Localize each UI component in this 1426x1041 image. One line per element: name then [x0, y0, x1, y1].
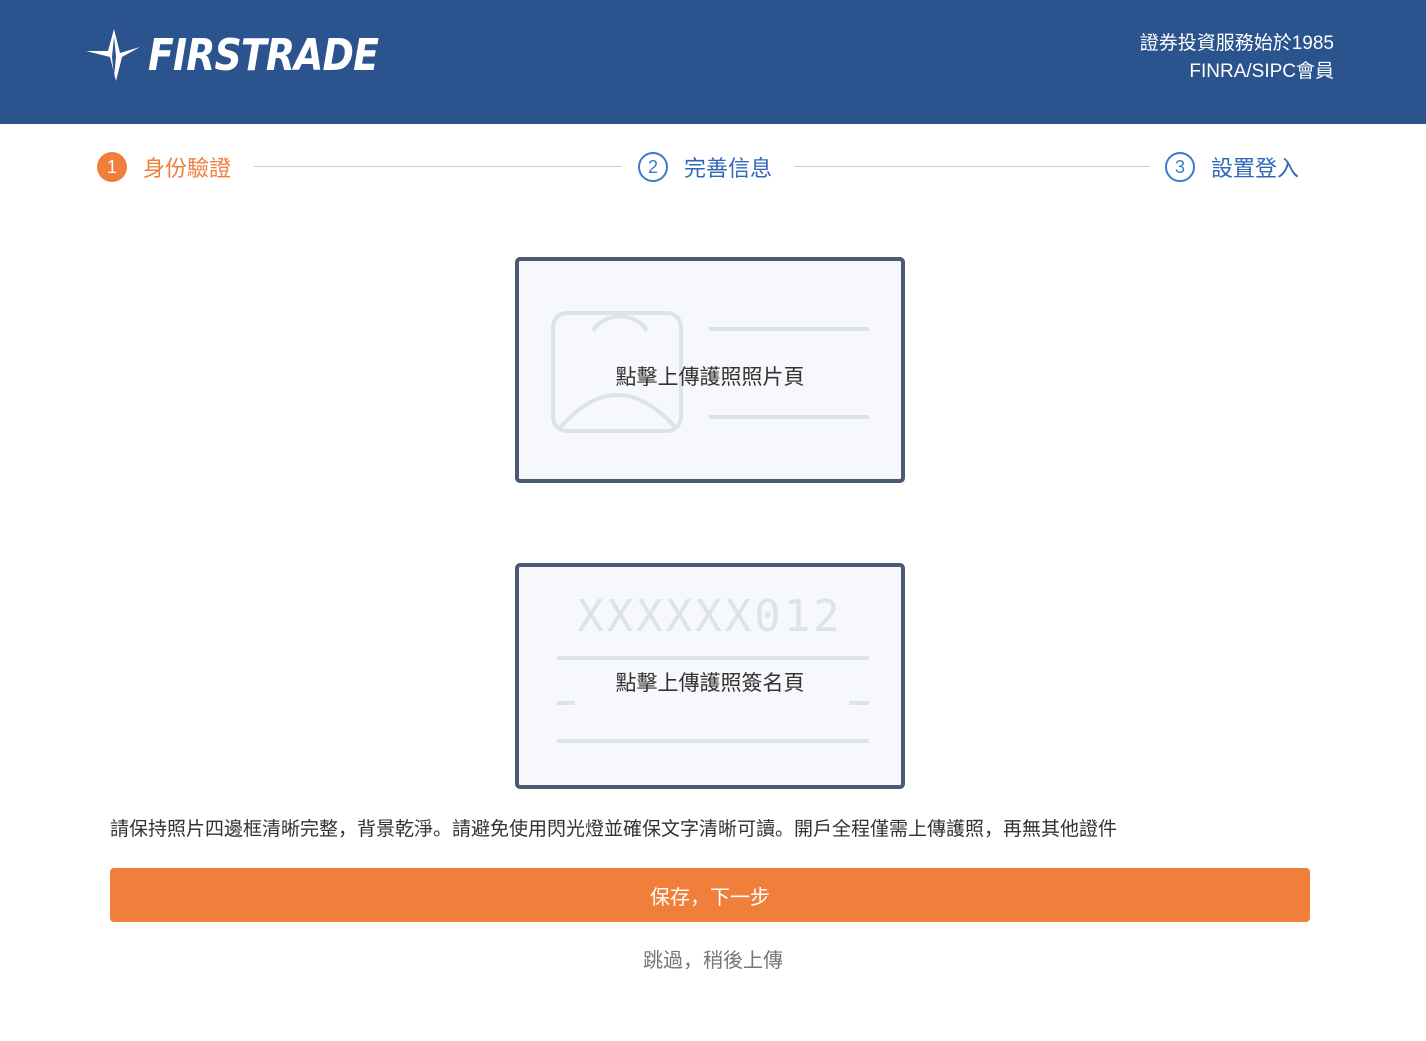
step-label: 完善信息: [684, 157, 773, 182]
save-next-button[interactable]: 保存，下一步: [110, 868, 1310, 922]
progress-steps: 1 身份驗證 2 完善信息 3 設置登入: [0, 146, 1426, 188]
firstrade-arrow-logo-icon: [86, 29, 140, 81]
upload-photo-page-label: 點擊上傳護照照片頁: [615, 365, 805, 389]
step-connector: [254, 166, 622, 167]
step-label: 設置登入: [1211, 157, 1300, 182]
step-number: 3: [1165, 152, 1195, 182]
firstrade-logo[interactable]: FIRSTRADE: [84, 26, 416, 84]
upload-passport-signature-page[interactable]: XXXXXX012 點擊上傳護照簽名頁: [515, 563, 905, 789]
tagline-since: 證券投資服務始於1985: [1139, 33, 1334, 54]
header: FIRSTRADE 證券投資服務始於1985 FINRA/SIPC會員: [0, 0, 1426, 124]
step-identity-verification: 1 身份驗證: [97, 146, 231, 188]
tagline: 證券投資服務始於1985 FINRA/SIPC會員: [1140, 30, 1334, 86]
tagline-membership: FINRA/SIPC會員: [1189, 61, 1334, 82]
upload-instructions: 請保持照片四邊框清晰完整，背景乾淨。請避免使用閃光燈並確保文字清晰可讀。開戶全程…: [110, 818, 1118, 840]
step-label: 身份驗證: [143, 157, 232, 182]
upload-signature-page-label: 點擊上傳護照簽名頁: [615, 671, 805, 695]
step-number: 2: [638, 152, 668, 182]
step-number: 1: [97, 152, 127, 182]
step-setup-login: 3 設置登入: [1165, 146, 1299, 188]
step-complete-info: 2 完善信息: [638, 146, 772, 188]
step-connector: [794, 166, 1150, 167]
skip-upload-link[interactable]: 跳過，稍後上傳: [0, 944, 1426, 973]
upload-passport-photo-page[interactable]: 點擊上傳護照照片頁: [515, 257, 905, 483]
brand-name: FIRSTRADE: [148, 29, 379, 81]
